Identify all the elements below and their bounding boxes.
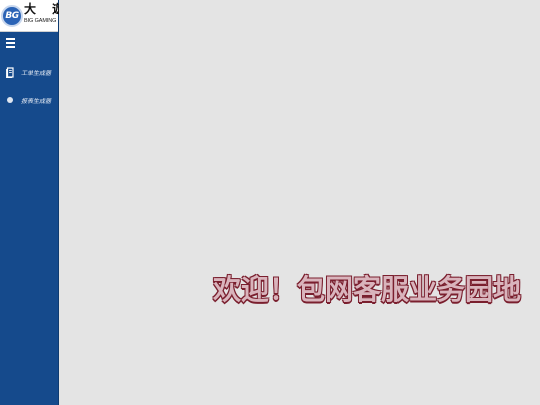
logo-badge-text: BG: [5, 10, 19, 21]
dot-icon: [4, 96, 16, 104]
hamburger-line: [6, 42, 15, 44]
hamburger-menu-icon[interactable]: [6, 38, 16, 50]
logo-badge-icon: BG: [1, 4, 23, 27]
logo-title: 大 遊: [24, 2, 71, 16]
logo-text: 大 遊 BIG GAMING: [24, 1, 71, 25]
sidebar-item-label: 报表生成器: [21, 97, 52, 105]
main-content: 欢迎！包网客服业务园地: [59, 0, 540, 405]
sidebar: BG 大 遊 BIG GAMING 工单生成器 报表生成器: [0, 0, 71, 405]
document-icon: [4, 66, 16, 78]
hamburger-line: [6, 46, 15, 48]
sidebar-item-report-generator[interactable]: 报表生成器: [0, 92, 59, 108]
sidebar-item-label: 工单生成器: [21, 69, 52, 77]
hamburger-line: [6, 38, 15, 40]
welcome-message: 欢迎！包网客服业务园地: [213, 273, 522, 306]
sidebar-item-ticket-generator[interactable]: 工单生成器: [0, 64, 59, 80]
app-window: BG 大 遊 BIG GAMING 工单生成器 报表生成器 欢迎！包网客服业务园…: [0, 0, 540, 405]
logo-subtitle: BIG GAMING: [24, 18, 57, 24]
brand-logo[interactable]: BG 大 遊 BIG GAMING: [0, 0, 71, 32]
